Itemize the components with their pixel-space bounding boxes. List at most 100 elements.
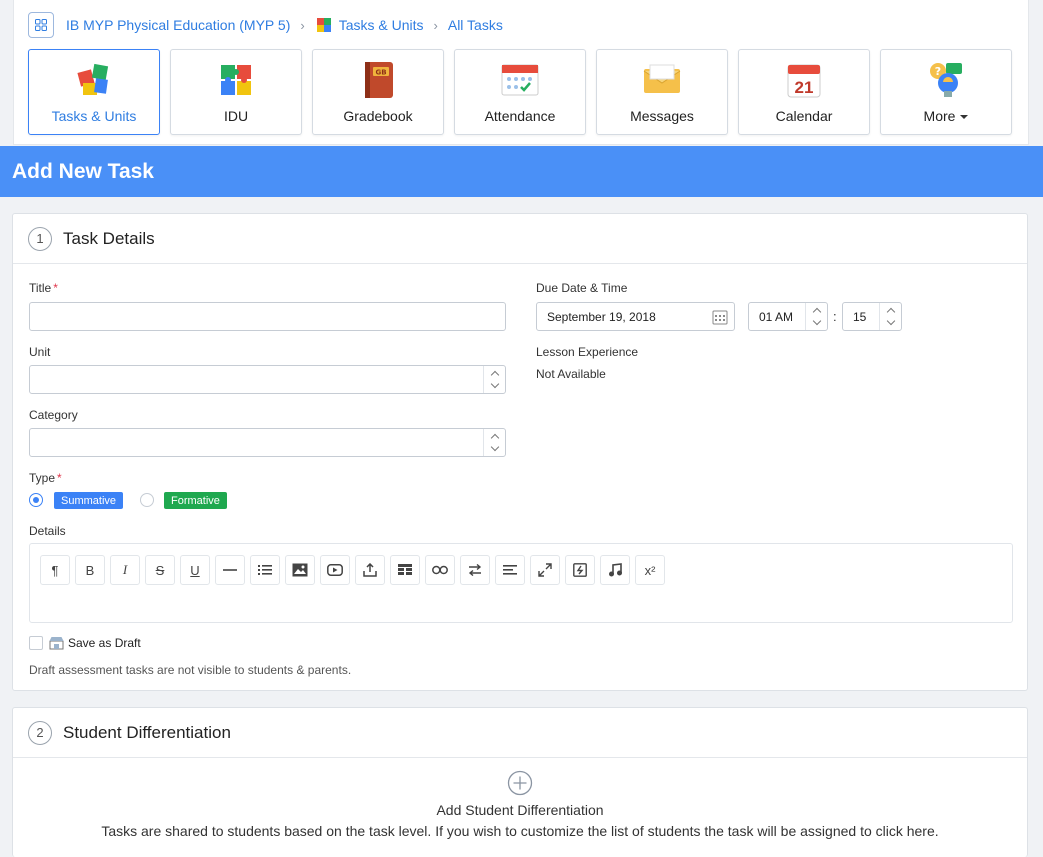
attendance-icon (500, 60, 540, 100)
horizontal-rule-button[interactable] (215, 555, 245, 585)
save-draft-checkbox[interactable] (29, 636, 43, 650)
image-icon (292, 563, 308, 577)
module-tiles: Tasks & Units IDU GB Gradebook Attendanc… (28, 49, 1012, 135)
task-details-section: 1 Task Details Title * Unit Category Type… (12, 213, 1028, 691)
minute-value: 15 (853, 310, 867, 324)
details-label: Details (29, 524, 66, 538)
code-button[interactable] (565, 555, 595, 585)
bold-button[interactable]: B (75, 555, 105, 585)
align-icon (503, 565, 517, 575)
table-icon (398, 564, 412, 575)
calendar-icon: 21 (784, 60, 824, 100)
draft-shop-icon (49, 637, 64, 650)
calendar-grid-icon[interactable] (712, 309, 728, 325)
breadcrumb-current-link[interactable]: All Tasks (448, 17, 503, 33)
upload-button[interactable] (355, 555, 385, 585)
gradebook-icon: GB (358, 60, 398, 100)
formative-badge[interactable]: Formative (164, 492, 227, 509)
summative-badge[interactable]: Summative (54, 492, 124, 509)
tile-label: Calendar (775, 108, 833, 124)
hour-stepper[interactable]: 01 AM (748, 302, 828, 331)
select-arrows-icon (483, 429, 505, 456)
due-date-input[interactable]: September 19, 2018 (536, 302, 735, 331)
minute-stepper[interactable]: 15 (842, 302, 902, 331)
paragraph-button[interactable]: ¶ (40, 555, 70, 585)
superscript-icon: x² (644, 562, 656, 578)
title-label: Title * (29, 281, 58, 295)
paragraph-icon: ¶ (51, 562, 59, 578)
unit-label: Unit (29, 345, 51, 359)
video-icon (327, 564, 343, 576)
svg-text:?: ? (935, 65, 941, 78)
align-button[interactable] (495, 555, 525, 585)
tile-label: IDU (223, 108, 249, 124)
italic-button[interactable]: I (110, 555, 140, 585)
caret-down-icon (960, 115, 969, 120)
strikethrough-button[interactable]: S (145, 555, 175, 585)
due-date-label: Due Date & Time (536, 281, 628, 295)
time-separator: : (833, 309, 837, 324)
breadcrumb-section-link[interactable]: Tasks & Units (339, 17, 424, 33)
page-title: Add New Task (0, 146, 1043, 197)
required-mark: * (53, 281, 58, 295)
lesson-experience-value: Not Available (536, 367, 606, 381)
summative-radio[interactable] (29, 493, 43, 507)
category-label: Category (29, 408, 78, 422)
breadcrumb: IB MYP Physical Education (MYP 5) › Task… (28, 12, 503, 38)
category-select[interactable] (29, 428, 506, 457)
section-number: 2 (28, 720, 52, 745)
unit-select[interactable] (29, 365, 506, 394)
puzzle-icon (74, 60, 114, 100)
strikethrough-icon: S (155, 562, 165, 578)
tile-label: Attendance (484, 108, 556, 124)
due-date-value: September 19, 2018 (547, 310, 656, 324)
stepper-arrows-icon[interactable] (805, 303, 827, 330)
details-editor[interactable]: ¶ B I S U x² (29, 543, 1013, 623)
direction-button[interactable] (460, 555, 490, 585)
type-label: Type * (29, 471, 62, 485)
tile-label: Messages (630, 108, 694, 124)
section-title: Task Details (63, 228, 155, 248)
link-button[interactable] (425, 555, 455, 585)
tile-gradebook[interactable]: GB Gradebook (312, 49, 444, 135)
list-button[interactable] (250, 555, 280, 585)
table-button[interactable] (390, 555, 420, 585)
tile-calendar[interactable]: 21 Calendar (738, 49, 870, 135)
tile-tasks-units[interactable]: Tasks & Units (28, 49, 160, 135)
video-button[interactable] (320, 555, 350, 585)
stepper-arrows-icon[interactable] (879, 303, 901, 330)
select-arrows-icon (483, 366, 505, 393)
add-circle-icon[interactable] (507, 770, 533, 796)
breadcrumb-course-link[interactable]: IB MYP Physical Education (MYP 5) (66, 17, 290, 33)
audio-icon (609, 563, 622, 577)
more-label: More (923, 108, 956, 124)
chevron-right-icon: › (433, 17, 438, 33)
underline-button[interactable]: U (180, 555, 210, 585)
hour-value: 01 AM (759, 310, 794, 324)
tile-label: Tasks & Units (51, 108, 137, 124)
fullscreen-button[interactable] (530, 555, 560, 585)
code-icon (573, 563, 587, 577)
puzzle-pieces-icon (216, 60, 256, 100)
audio-button[interactable] (600, 555, 630, 585)
image-button[interactable] (285, 555, 315, 585)
tile-more[interactable]: ? More (880, 49, 1012, 135)
upload-icon (363, 563, 377, 577)
add-differentiation-link[interactable]: Add Student Differentiation (13, 802, 1027, 818)
envelope-icon (642, 60, 682, 100)
differentiation-description: Tasks are shared to students based on th… (101, 823, 939, 839)
section-number: 1 (28, 226, 52, 251)
puzzle-icon (316, 18, 331, 32)
formative-radio[interactable] (140, 493, 154, 507)
apps-grid-button[interactable] (28, 12, 54, 38)
superscript-button[interactable]: x² (635, 555, 665, 585)
editor-toolbar: ¶ B I S U x² (40, 555, 665, 585)
chevron-right-icon: › (300, 17, 305, 33)
tile-messages[interactable]: Messages (596, 49, 728, 135)
tile-attendance[interactable]: Attendance (454, 49, 586, 135)
tile-idu[interactable]: IDU (170, 49, 302, 135)
calendar-day: 21 (795, 78, 814, 97)
save-draft-label[interactable]: Save as Draft (68, 636, 141, 650)
tile-label: Gradebook (343, 108, 413, 124)
title-input[interactable] (29, 302, 506, 331)
